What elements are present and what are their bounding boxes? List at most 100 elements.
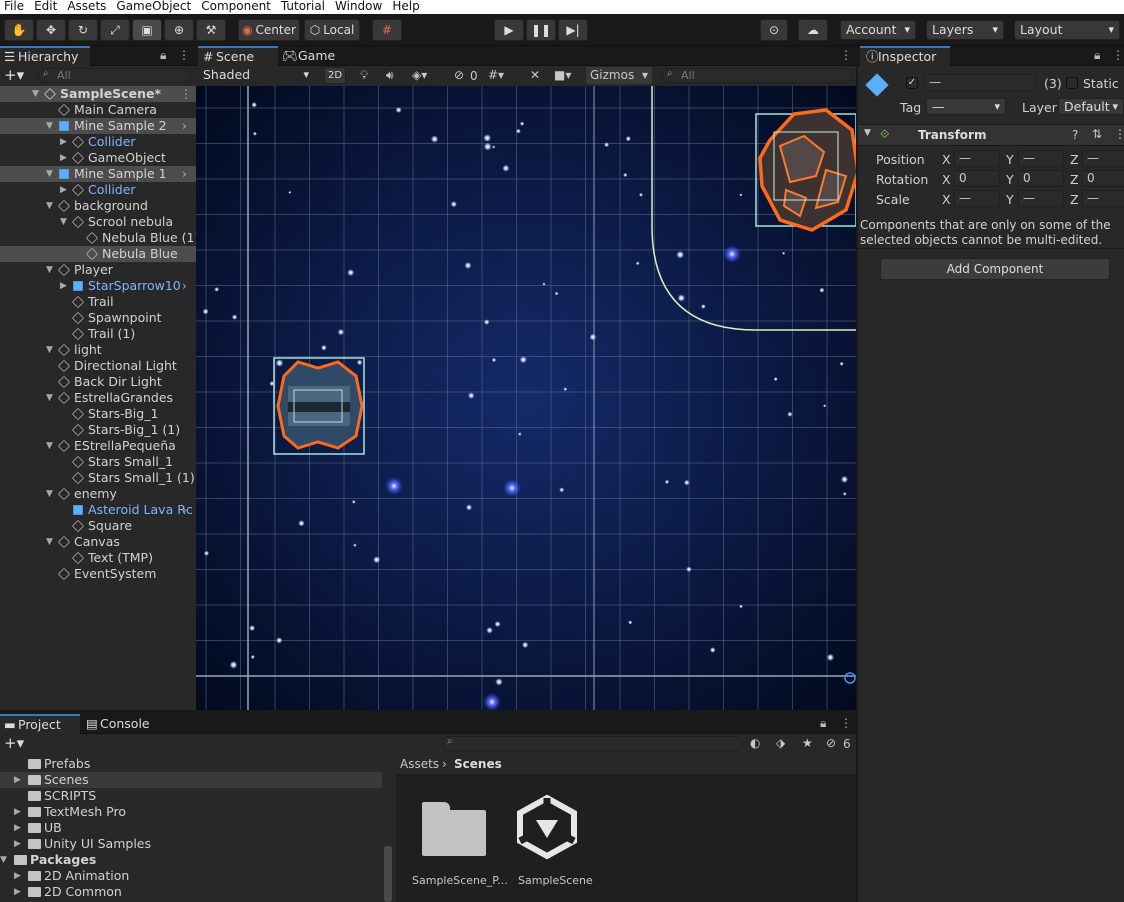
foldout-arrow-icon[interactable]: ▶ bbox=[14, 804, 21, 820]
tree-scrollbar[interactable] bbox=[384, 846, 392, 902]
transform-x-field[interactable]: — bbox=[954, 190, 1000, 207]
hierarchy-item[interactable]: Trail bbox=[0, 294, 196, 310]
project-folder-item[interactable]: ▼ Packages bbox=[0, 852, 382, 868]
rect-tool-button[interactable]: ▣ bbox=[132, 19, 162, 41]
collab-button[interactable]: ⊙ bbox=[760, 19, 788, 41]
effects-icon[interactable]: ◈▾ bbox=[412, 68, 427, 82]
hierarchy-item[interactable]: ▼ enemy bbox=[0, 486, 196, 502]
camera-icon[interactable]: ■▾ bbox=[554, 68, 571, 82]
lock-icon[interactable]: 🔒︎ bbox=[1094, 48, 1100, 63]
hidden-packages-icon[interactable]: ⊘ bbox=[826, 736, 836, 750]
hierarchy-item[interactable]: ▼ Mine Sample 2 › bbox=[0, 118, 196, 134]
hierarchy-item[interactable]: ▼ EstrellaGrandes bbox=[0, 390, 196, 406]
menu-item[interactable]: Component bbox=[197, 0, 275, 14]
foldout-arrow-icon[interactable]: ▼ bbox=[46, 342, 53, 358]
hierarchy-item[interactable]: Stars-Big_1 bbox=[0, 406, 196, 422]
transform-header[interactable]: ▼ ⟐ Transform ? ⇅ ⋮ bbox=[858, 124, 1124, 146]
foldout-arrow-icon[interactable]: ▶ bbox=[14, 884, 21, 900]
tab-game[interactable]: 🎮︎ Game bbox=[280, 46, 350, 66]
lock-icon[interactable]: 🔒︎ bbox=[820, 716, 826, 731]
foldout-arrow-icon[interactable]: ▶ bbox=[60, 134, 67, 150]
add-icon[interactable]: +▾ bbox=[4, 66, 24, 84]
project-folder-item[interactable]: Prefabs bbox=[0, 756, 382, 772]
transform-tool-button[interactable]: ⊕ bbox=[164, 19, 194, 41]
panel-menu-icon[interactable]: ⋮ bbox=[178, 48, 190, 62]
foldout-arrow-icon[interactable]: ▶ bbox=[14, 772, 21, 788]
foldout-arrow-icon[interactable]: ▼ bbox=[0, 852, 7, 868]
transform-z-field[interactable]: 0 bbox=[1082, 170, 1124, 187]
gizmos-dropdown[interactable]: Gizmos ▾ bbox=[586, 67, 652, 84]
hierarchy-item[interactable]: Nebula Blue (1) bbox=[0, 230, 199, 246]
hierarchy-item[interactable]: ▼ SampleScene* ⋮ bbox=[0, 86, 196, 102]
move-tool-button[interactable]: ✥ bbox=[36, 19, 66, 41]
panel-menu-icon[interactable]: ⋮ bbox=[840, 716, 852, 730]
add-icon[interactable]: +▾ bbox=[4, 734, 24, 752]
foldout-arrow-icon[interactable]: ▼ bbox=[46, 438, 53, 454]
foldout-arrow-icon[interactable]: ▼ bbox=[46, 118, 53, 134]
chevron-right-icon[interactable]: › bbox=[182, 278, 187, 294]
tab-console[interactable]: ▤ Console bbox=[82, 714, 162, 734]
project-folder-item[interactable]: ▶ TextMesh Pro bbox=[0, 804, 382, 820]
scene-menu-icon[interactable]: ⋮ bbox=[180, 86, 192, 102]
hierarchy-item[interactable]: Stars Small_1 bbox=[0, 454, 196, 470]
hierarchy-item[interactable]: Back Dir Light bbox=[0, 374, 196, 390]
breadcrumb-assets[interactable]: Assets bbox=[400, 754, 439, 774]
project-folder-item[interactable]: ▶ Unity UI Samples bbox=[0, 836, 382, 852]
hierarchy-item[interactable]: ▶ Collider bbox=[0, 182, 196, 198]
grid-visibility-icon[interactable]: #▾ bbox=[488, 68, 504, 82]
chevron-right-icon[interactable]: › bbox=[182, 166, 187, 182]
hierarchy-item[interactable]: Main Camera bbox=[0, 102, 196, 118]
hierarchy-item[interactable]: Spawnpoint bbox=[0, 310, 196, 326]
foldout-arrow-icon[interactable]: ▼ bbox=[46, 198, 53, 214]
active-checkbox[interactable]: ✓ bbox=[906, 77, 918, 89]
hierarchy-item[interactable]: ▶ GameObject bbox=[0, 150, 196, 166]
play-button[interactable]: ▶ bbox=[494, 19, 524, 41]
hierarchy-item[interactable]: ▼ Mine Sample 1 › bbox=[0, 166, 196, 182]
transform-z-field[interactable]: — bbox=[1082, 150, 1124, 167]
scene-viewport[interactable] bbox=[196, 86, 856, 710]
menu-item[interactable]: File bbox=[0, 0, 28, 14]
foldout-arrow-icon[interactable]: ▶ bbox=[14, 820, 21, 836]
project-folder-item[interactable]: ▶ Scenes bbox=[0, 772, 382, 788]
hidden-objects-icon[interactable]: ⊘ bbox=[454, 68, 464, 82]
project-folder-item[interactable]: ▶ UB bbox=[0, 820, 382, 836]
hierarchy-item[interactable]: Trail (1) bbox=[0, 326, 196, 342]
account-dropdown[interactable]: Account bbox=[840, 20, 916, 40]
panel-menu-icon[interactable]: ⋮ bbox=[1112, 48, 1124, 62]
hierarchy-item[interactable]: ▼ Canvas bbox=[0, 534, 196, 550]
breadcrumb-scenes[interactable]: Scenes bbox=[454, 754, 502, 774]
menu-item[interactable]: Tutorial bbox=[277, 0, 329, 14]
chevron-right-icon[interactable]: › bbox=[182, 118, 187, 134]
hierarchy-item[interactable]: ▼ Scrool nebula bbox=[0, 214, 196, 230]
foldout-arrow-icon[interactable]: ▶ bbox=[14, 868, 21, 884]
2d-mode-toggle[interactable]: 2D bbox=[324, 67, 346, 84]
asset-item-folder[interactable]: SampleScene_P... bbox=[406, 794, 508, 894]
hierarchy-item[interactable]: ▼ Player bbox=[0, 262, 196, 278]
hierarchy-item[interactable]: ▼ light bbox=[0, 342, 196, 358]
menu-item[interactable]: Assets bbox=[63, 0, 110, 14]
pause-button[interactable]: ❚❚ bbox=[526, 19, 556, 41]
object-name-field[interactable]: — bbox=[924, 74, 1036, 91]
hierarchy-item[interactable]: Nebula Blue bbox=[0, 246, 196, 262]
hierarchy-item[interactable]: ▶ StarSparrow10 › bbox=[0, 278, 196, 294]
hierarchy-item[interactable]: Stars Small_1 (1) bbox=[0, 470, 196, 486]
project-folder-item[interactable]: ▶ 2D Common bbox=[0, 884, 382, 900]
hierarchy-item[interactable]: Asteroid Lava Rc › bbox=[0, 502, 196, 518]
step-button[interactable]: ▶| bbox=[558, 19, 588, 41]
tag-dropdown[interactable]: — bbox=[926, 98, 1006, 115]
foldout-arrow-icon[interactable]: ▼ bbox=[46, 390, 53, 406]
lock-icon[interactable]: 🔒︎ bbox=[160, 48, 166, 63]
pivot-local-button[interactable]: ⬡ Local bbox=[304, 19, 360, 41]
transform-z-field[interactable]: — bbox=[1082, 190, 1124, 207]
audio-icon[interactable]: 🔊︎ bbox=[386, 68, 394, 83]
hierarchy-item[interactable]: ▶ Collider bbox=[0, 134, 196, 150]
project-folder-item[interactable]: SCRIPTS bbox=[0, 788, 382, 804]
foldout-arrow-icon[interactable]: ▼ bbox=[46, 534, 53, 550]
hierarchy-item[interactable]: Square bbox=[0, 518, 196, 534]
project-folder-item[interactable]: ▶ 2D Animation bbox=[0, 868, 382, 884]
component-menu-icon[interactable]: ⋮ bbox=[1114, 127, 1124, 141]
scene-search-input[interactable]: ⌕ All bbox=[662, 68, 852, 83]
chevron-right-icon[interactable]: › bbox=[182, 502, 187, 518]
hierarchy-item[interactable]: ▼ EStrellaPequeña bbox=[0, 438, 196, 454]
hierarchy-item[interactable]: Stars-Big_1 (1) bbox=[0, 422, 196, 438]
